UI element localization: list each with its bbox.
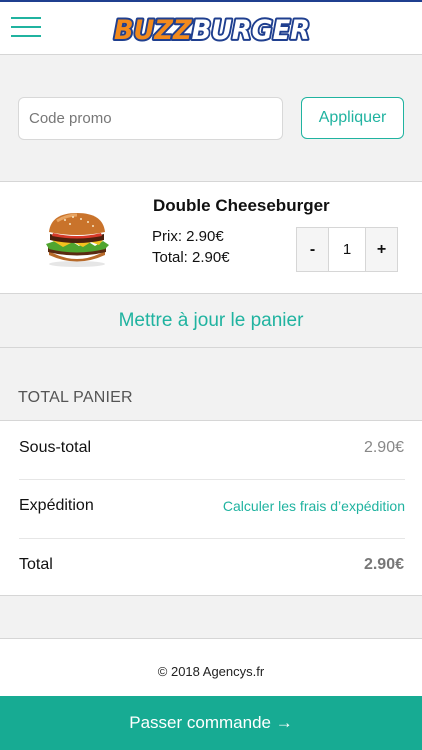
hamburger-menu-icon[interactable] xyxy=(11,15,41,39)
total-label: Total xyxy=(19,556,53,573)
buzzburger-logo[interactable]: BUZZBURGER BUZZBURGER xyxy=(111,13,313,43)
svg-text:BUZZBURGER: BUZZBURGER xyxy=(114,15,310,43)
menu-bar xyxy=(11,17,41,19)
shipping-row: Expédition Calculer les frais d’expéditi… xyxy=(0,479,422,537)
update-cart-button[interactable]: Mettre à jour le panier xyxy=(0,294,422,348)
shipping-label: Expédition xyxy=(19,497,94,514)
cart-item: Double Cheeseburger Prix: 2.90€ Total: 2… xyxy=(0,182,422,294)
apply-promo-button[interactable]: Appliquer xyxy=(301,97,404,139)
decrease-quantity-button[interactable]: - xyxy=(297,228,328,271)
app-header: BUZZBURGER BUZZBURGER xyxy=(0,0,422,55)
calculate-shipping-link[interactable]: Calculer les frais d’expédition xyxy=(223,498,405,514)
subtotal-row: Sous-total 2.90€ xyxy=(0,421,422,479)
checkout-button[interactable]: Passer commande → xyxy=(0,696,422,750)
footer: © 2018 Agencys.fr xyxy=(0,639,422,696)
subtotal-value: 2.90€ xyxy=(363,439,404,456)
copyright-text: © 2018 Agencys.fr xyxy=(157,664,265,679)
spacer xyxy=(0,596,422,639)
subtotal-label: Sous-total xyxy=(19,439,92,456)
update-cart-label: Mettre à jour le panier xyxy=(118,309,304,331)
increase-quantity-button[interactable]: + xyxy=(366,228,397,271)
promo-section: Appliquer xyxy=(0,55,422,182)
menu-bar xyxy=(11,35,41,37)
quantity-stepper: - + xyxy=(296,227,398,272)
item-name: Double Cheeseburger xyxy=(153,196,330,215)
promo-code-input[interactable] xyxy=(18,97,283,140)
total-value: 2.90€ xyxy=(363,556,404,573)
total-row: Total 2.90€ xyxy=(0,538,422,596)
burger-image xyxy=(43,210,111,268)
cart-totals-heading: TOTAL PANIER xyxy=(18,389,133,406)
item-total: Total: 2.90€ xyxy=(152,249,230,266)
cart-totals-table: Sous-total 2.90€ Expédition Calculer les… xyxy=(0,420,422,596)
item-price: Prix: 2.90€ xyxy=(152,228,224,245)
quantity-input[interactable] xyxy=(328,228,366,271)
menu-bar xyxy=(11,26,41,28)
